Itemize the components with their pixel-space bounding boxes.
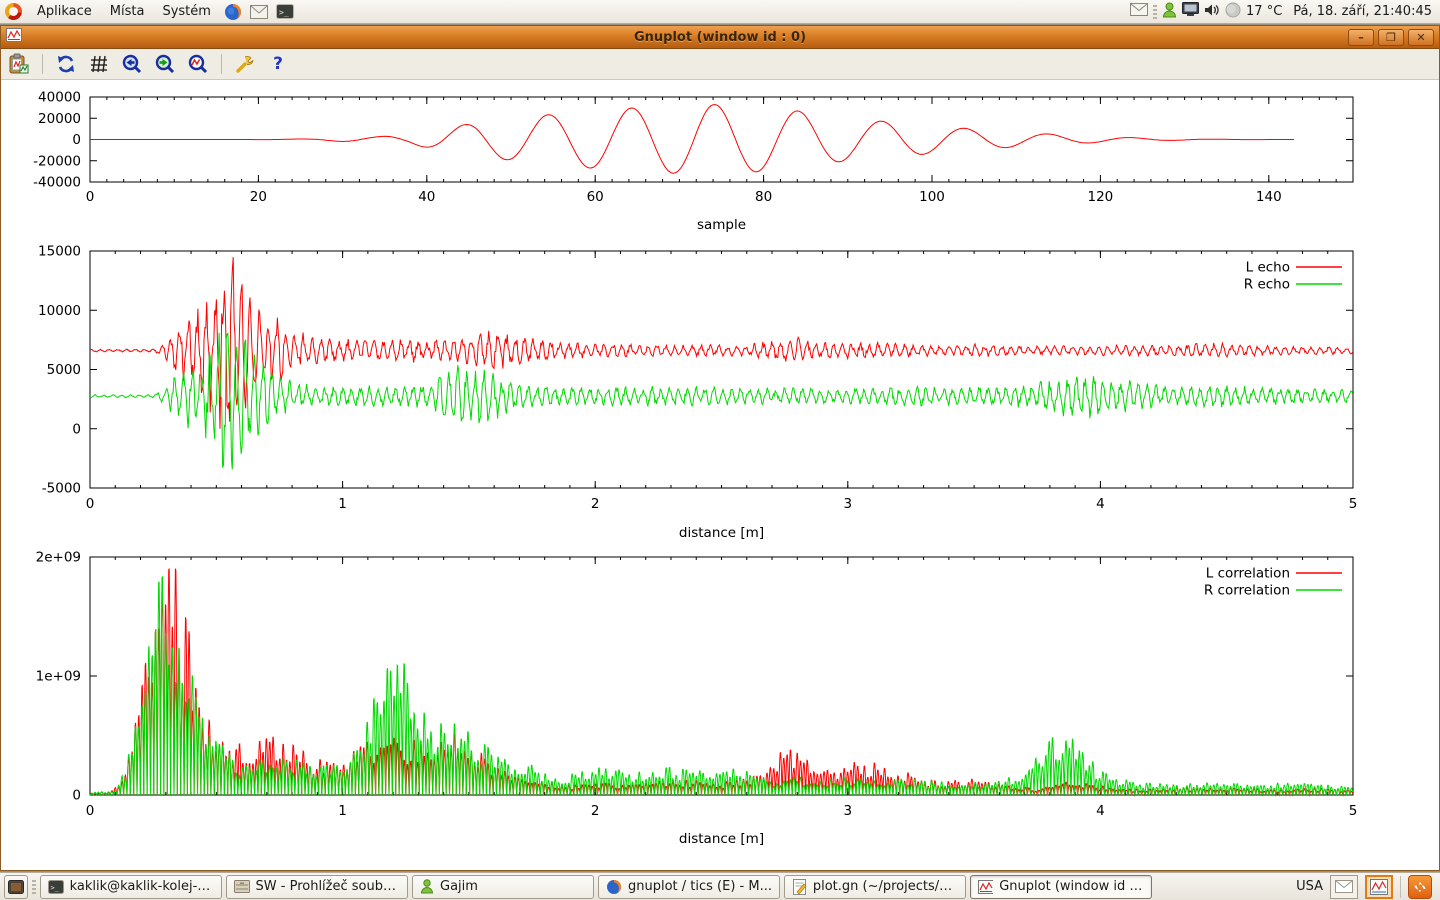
svg-text:>_: >_	[279, 8, 289, 17]
mail-tray-icon[interactable]	[1330, 875, 1358, 899]
clock[interactable]: Pá, 18. září, 21:40:45	[1293, 4, 1432, 19]
show-desktop-button[interactable]	[4, 875, 28, 899]
top-panel: Aplikace Místa Systém >_ 17 °C Pá, 18. z…	[0, 0, 1440, 24]
menu-applications[interactable]: Aplikace	[28, 0, 101, 23]
zoom-previous-button[interactable]	[120, 52, 144, 76]
terminal-icon[interactable]: >_	[275, 2, 295, 22]
plot-client-area	[1, 81, 1439, 870]
titlebar[interactable]: Gnuplot (window id : 0) – ❐ ✕	[1, 26, 1439, 49]
mail-compose-icon[interactable]	[249, 2, 269, 22]
taskbar: >_ kaklik@kaklik-kolej-u... SW - Prohlíž…	[0, 872, 1440, 900]
svg-text:>_: >_	[51, 884, 60, 892]
zoom-region-button[interactable]	[186, 52, 210, 76]
tray-drag-handle[interactable]	[1153, 5, 1157, 19]
taskbar-button-terminal[interactable]: >_ kaklik@kaklik-kolej-u...	[40, 875, 222, 899]
menu-places[interactable]: Místa	[101, 0, 154, 23]
gajim-tray-icon[interactable]	[1162, 2, 1177, 22]
minimize-button[interactable]: –	[1348, 29, 1374, 46]
mail-tray-icon[interactable]	[1130, 3, 1148, 20]
ubuntu-menu-icon[interactable]	[5, 3, 22, 20]
keyboard-layout-indicator[interactable]: USA	[1296, 879, 1323, 894]
gnuplot-window: Gnuplot (window id : 0) – ❐ ✕ ?	[0, 25, 1440, 871]
weather-icon[interactable]	[1225, 2, 1241, 22]
toggle-grid-button[interactable]	[87, 52, 111, 76]
trash-icon[interactable]	[1408, 875, 1432, 899]
toolbar: ?	[1, 49, 1439, 80]
taskbar-button-gajim[interactable]: Gajim	[412, 875, 594, 899]
close-button[interactable]: ✕	[1408, 29, 1434, 46]
taskbar-button-editor[interactable]: plot.gn (~/projects/p...	[784, 875, 966, 899]
monitor-tray-icon[interactable]	[1182, 2, 1199, 21]
window-title: Gnuplot (window id : 0)	[1, 30, 1439, 45]
volume-tray-icon[interactable]	[1204, 3, 1220, 21]
settings-wrench-button[interactable]	[233, 52, 257, 76]
help-button[interactable]: ?	[266, 52, 290, 76]
maximize-button[interactable]: ❐	[1378, 29, 1404, 46]
tasklist-drag-handle[interactable]	[32, 880, 36, 894]
gnuplot-tray-icon[interactable]	[1365, 875, 1393, 899]
firefox-icon[interactable]	[223, 2, 243, 22]
taskbar-button-file-manager[interactable]: SW - Prohlížeč souborů	[226, 875, 408, 899]
menu-system[interactable]: Systém	[153, 0, 219, 23]
replot-button[interactable]	[54, 52, 78, 76]
temperature-readout[interactable]: 17 °C	[1246, 4, 1282, 19]
zoom-next-button[interactable]	[153, 52, 177, 76]
taskbar-button-firefox[interactable]: gnuplot / tics (E) - M...	[598, 875, 780, 899]
copy-to-clipboard-button[interactable]	[7, 52, 31, 76]
taskbar-button-gnuplot[interactable]: Gnuplot (window id : 0)	[970, 875, 1152, 899]
